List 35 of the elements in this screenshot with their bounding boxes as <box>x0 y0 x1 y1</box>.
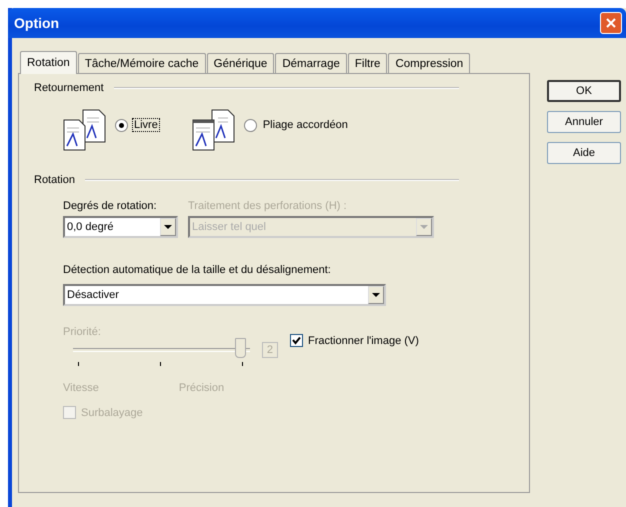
tab[interactable]: Filtre <box>348 53 388 73</box>
window-title: Option <box>14 15 60 31</box>
radio-label[interactable]: Pliage accordéon <box>260 118 350 132</box>
tab[interactable]: Rotation <box>20 51 77 74</box>
field-label: Traitement des perforations (H) : <box>188 200 348 212</box>
caret-icon <box>164 225 172 229</box>
dropdown[interactable]: Désactiver <box>63 284 386 306</box>
caret-icon <box>372 293 380 297</box>
radio-label[interactable]: Livre <box>132 118 160 132</box>
checkbox-label: Fractionner l'image (V) <box>308 334 419 346</box>
radio-button[interactable] <box>115 118 128 132</box>
tab[interactable]: Générique <box>206 53 274 73</box>
folded-pages-icon <box>190 108 236 152</box>
dialog-button[interactable]: Aide <box>547 142 621 164</box>
section-heading: Retournement <box>34 82 104 94</box>
section-heading: Rotation <box>34 174 75 186</box>
close-icon <box>606 18 616 28</box>
tab[interactable]: Compression <box>388 53 470 73</box>
slider-min-label: Vitesse <box>63 382 99 394</box>
book-pages-icon <box>61 108 107 152</box>
tab[interactable]: Démarrage <box>275 53 347 73</box>
checkbox[interactable] <box>290 334 303 347</box>
close-button[interactable] <box>600 12 622 34</box>
slider-max-label: Précision <box>178 382 224 394</box>
caret-icon <box>420 225 428 229</box>
field-label: Degrés de rotation: <box>63 200 158 212</box>
checkbox-label: Surbalayage <box>81 406 143 418</box>
field-label: Détection automatique de la taille et du désalignement: <box>63 264 331 276</box>
tab[interactable]: Tâche/Mémoire cache <box>78 53 206 73</box>
dropdown[interactable]: 0,0 degré <box>63 216 178 238</box>
dialog-button[interactable]: Annuler <box>547 111 621 133</box>
field-label: Priorité: <box>63 326 102 338</box>
value-box: 2 <box>262 342 278 358</box>
radio-button[interactable] <box>244 118 257 132</box>
dialog-button[interactable]: OK <box>547 80 621 102</box>
